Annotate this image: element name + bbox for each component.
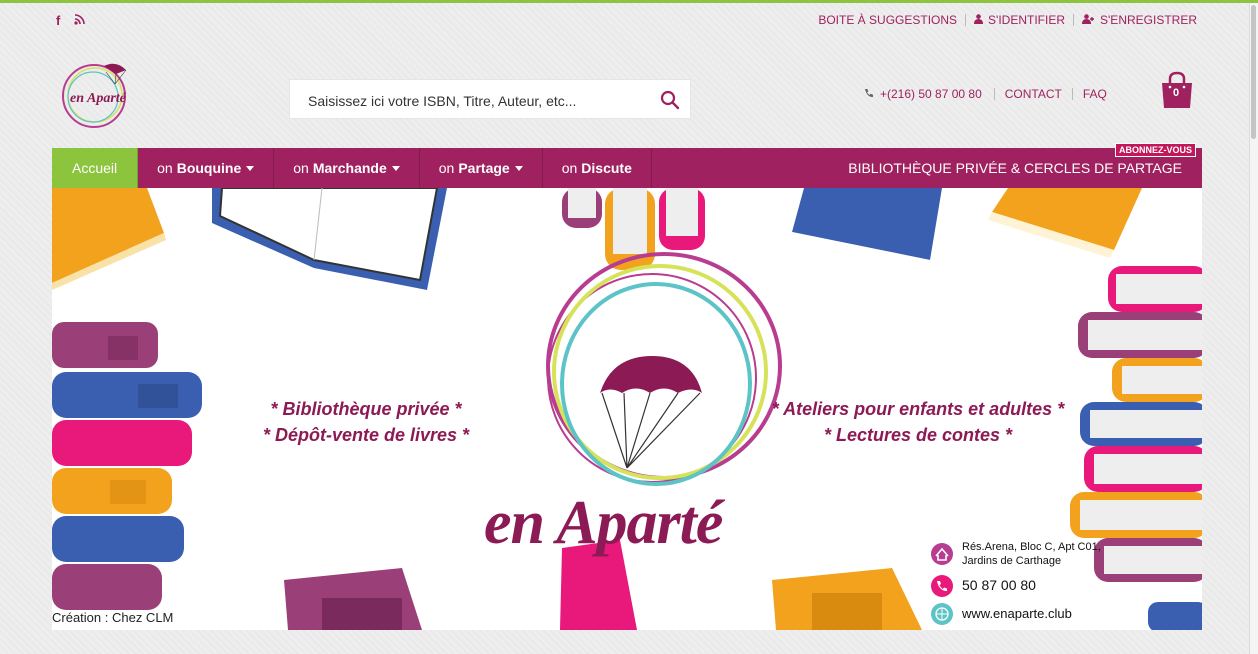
phone-icon (864, 87, 874, 101)
nav-prefix: on (561, 160, 578, 176)
nav-item-partage[interactable]: on Partage (420, 148, 543, 188)
user-plus-icon (1082, 14, 1095, 27)
login-link[interactable]: S'IDENTIFIER (974, 13, 1065, 27)
scrollbar-thumb[interactable] (1251, 5, 1256, 139)
svg-text:en Aparté: en Aparté (70, 91, 127, 106)
tagline-line: * Ateliers pour enfants et adultes * (771, 399, 1065, 419)
nav-item-accueil[interactable]: Accueil (52, 148, 139, 188)
nav-item-discute[interactable]: on Discute (543, 148, 652, 188)
user-icon (974, 14, 984, 27)
address-line: Jardins de Carthage (962, 555, 1062, 567)
login-label: S'IDENTIFIER (988, 13, 1066, 27)
search-icon[interactable] (660, 90, 680, 110)
nav-label: Marchande (312, 160, 387, 176)
address-info: Rés.Arena, Bloc C, Apt C01, Jardins de C… (962, 540, 1101, 568)
search-box (289, 79, 691, 122)
rss-icon[interactable] (74, 13, 86, 28)
nav-label: Bouquine (176, 160, 242, 176)
tagline-left: * Bibliothèque privée * * Dépôt-vente de… (257, 396, 475, 448)
caret-down-icon (246, 165, 255, 171)
tagline-line: * Bibliothèque privée * (270, 399, 462, 419)
divider (965, 14, 967, 26)
address-line: Rés.Arena, Bloc C, Apt C01, (962, 541, 1101, 553)
banner-phone: 50 87 00 80 (962, 577, 1036, 593)
nav-item-marchande[interactable]: on Marchande (274, 148, 420, 188)
nav-prefix: on (438, 160, 455, 176)
top-accent-line (0, 0, 1258, 3)
contact-bar: +(216) 50 87 00 80 CONTACT FAQ (864, 87, 1107, 101)
main-nav: Accueil on Bouquine on Marchande on Partage… (52, 148, 1202, 188)
nav-label: Discute (581, 160, 632, 176)
design-credit: Création : Chez CLM (52, 610, 174, 625)
register-label: S'ENREGISTRER (1100, 13, 1197, 27)
register-link[interactable]: S'ENREGISTRER (1082, 13, 1197, 27)
subscribe-badge[interactable]: ABONNEZ-VOUS (1115, 143, 1197, 157)
account-links: BOITE À SUGGESTIONS S'IDENTIFIER S'ENREG… (818, 13, 1197, 27)
nav-prefix: on (293, 160, 309, 176)
banner-website: www.enaparte.club (962, 606, 1072, 621)
phone-info: 50 87 00 80 (962, 577, 1036, 593)
suggestions-link[interactable]: BOITE À SUGGESTIONS (818, 13, 957, 27)
nav-label: Accueil (72, 160, 118, 176)
facebook-icon[interactable]: f (56, 13, 60, 28)
divider (1073, 14, 1075, 26)
cart-button[interactable]: 0 (1159, 70, 1195, 110)
page-scrollbar[interactable] (1249, 3, 1258, 654)
search-input[interactable] (306, 80, 650, 122)
tagline-line: * Dépôt-vente de livres * (262, 425, 470, 445)
caret-down-icon (391, 165, 400, 171)
faq-link[interactable]: FAQ (1083, 87, 1107, 101)
phone-number: +(216) 50 87 00 80 (880, 87, 982, 101)
website-info: www.enaparte.club (962, 606, 1072, 621)
divider (993, 88, 995, 100)
social-links: f (56, 13, 86, 28)
site-logo[interactable]: en Aparté (60, 58, 132, 130)
nav-prefix: on (157, 160, 173, 176)
hero-banner[interactable]: * Bibliothèque privée * * Dépôt-vente de… (52, 188, 1202, 630)
tagline-line: * Lectures de contes * (823, 425, 1013, 445)
brand-name: en Aparté (484, 489, 723, 557)
nav-label: BIBLIOTHÈQUE PRIVÉE & CERCLES DE PARTAGE (848, 160, 1182, 176)
nav-label: Partage (458, 160, 510, 176)
divider (1071, 88, 1073, 100)
contact-link[interactable]: CONTACT (1005, 87, 1062, 101)
cart-count: 0 (1172, 87, 1180, 99)
nav-item-bouquine[interactable]: on Bouquine (138, 148, 275, 188)
caret-down-icon (514, 165, 523, 171)
tagline-right: * Ateliers pour enfants et adultes * * L… (768, 396, 1068, 448)
